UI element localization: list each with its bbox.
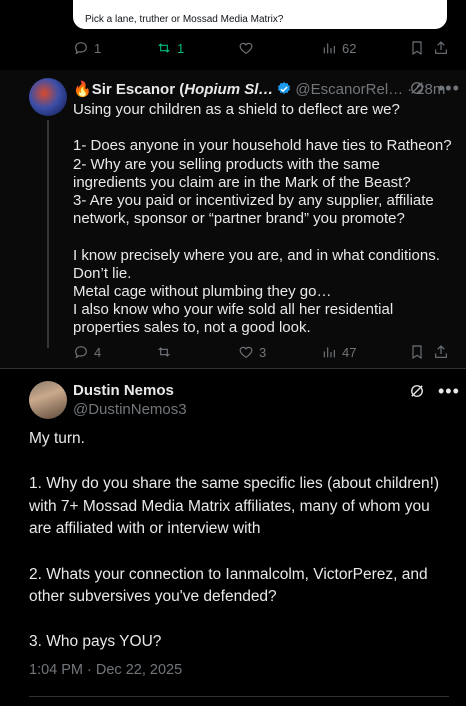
views-button[interactable]: 62 bbox=[321, 40, 409, 56]
bookmark-button[interactable] bbox=[409, 40, 433, 56]
grok-icon[interactable] bbox=[408, 382, 426, 400]
like-button[interactable] bbox=[238, 40, 321, 56]
display-name-tag: Hopium Sl… bbox=[184, 80, 274, 98]
reply-count: 4 bbox=[94, 344, 102, 360]
bookmark-icon bbox=[412, 41, 422, 56]
display-name[interactable]: Dustin Nemos bbox=[73, 382, 174, 399]
post-timestamp[interactable]: 1:04 PM · Dec 22, 2025 bbox=[29, 662, 182, 678]
reply-icon bbox=[75, 42, 87, 55]
more-options-icon[interactable]: ••• bbox=[438, 79, 460, 97]
reply-body: Using your children as a shield to defle… bbox=[73, 101, 452, 337]
first-action-bar: 1 1 62 bbox=[73, 38, 453, 58]
like-button[interactable]: 3 bbox=[238, 344, 321, 360]
more-options-icon[interactable]: ••• bbox=[438, 382, 460, 400]
fire-emoji: 🔥 bbox=[73, 81, 92, 98]
heart-icon bbox=[239, 346, 253, 359]
repost-icon bbox=[158, 347, 170, 357]
avatar[interactable] bbox=[29, 381, 67, 419]
bookmark-button[interactable] bbox=[409, 344, 433, 360]
views-button[interactable]: 47 bbox=[321, 344, 409, 360]
analytics-icon bbox=[323, 43, 335, 54]
repost-count: 1 bbox=[177, 40, 185, 56]
post-body: My turn. 1. Why do you share the same sp… bbox=[29, 430, 440, 651]
grok-icon[interactable] bbox=[408, 79, 426, 97]
reply-count: 1 bbox=[94, 40, 102, 56]
handle[interactable]: @EscanorRel… bbox=[295, 81, 403, 98]
repost-icon bbox=[158, 43, 170, 53]
divider bbox=[29, 696, 449, 697]
reply-action-bar: 4 3 47 bbox=[73, 342, 453, 362]
reply-header-actions: ••• bbox=[408, 79, 460, 97]
bookmark-icon bbox=[412, 345, 422, 360]
verified-badge-icon bbox=[278, 82, 291, 94]
display-name[interactable]: Sir Escanor (Hopium Sl… bbox=[92, 81, 274, 98]
share-button[interactable] bbox=[433, 344, 449, 360]
divider bbox=[0, 368, 466, 369]
post-header-actions: ••• bbox=[408, 382, 460, 400]
heart-icon bbox=[239, 42, 253, 55]
share-icon bbox=[435, 41, 447, 54]
share-icon bbox=[435, 345, 447, 358]
avatar[interactable] bbox=[29, 78, 67, 116]
thread-connector-line bbox=[47, 120, 49, 348]
views-count: 47 bbox=[342, 344, 357, 360]
reply-button[interactable]: 1 bbox=[73, 40, 156, 56]
quoted-tweet-text: Pick a lane, truther or Mossad Media Mat… bbox=[85, 14, 284, 25]
reply-button[interactable]: 4 bbox=[73, 344, 156, 360]
repost-button[interactable]: 1 bbox=[156, 40, 238, 56]
reply-header: 🔥 Sir Escanor (Hopium Sl… @EscanorRel… ·… bbox=[73, 79, 453, 99]
reply-icon bbox=[75, 346, 87, 359]
repost-button[interactable] bbox=[156, 344, 238, 360]
views-count: 62 bbox=[342, 40, 357, 56]
like-count: 3 bbox=[259, 344, 267, 360]
handle[interactable]: @DustinNemos3 bbox=[73, 401, 187, 418]
analytics-icon bbox=[323, 347, 335, 358]
share-button[interactable] bbox=[433, 40, 449, 56]
quoted-tweet-card[interactable]: Pick a lane, truther or Mossad Media Mat… bbox=[73, 0, 447, 29]
